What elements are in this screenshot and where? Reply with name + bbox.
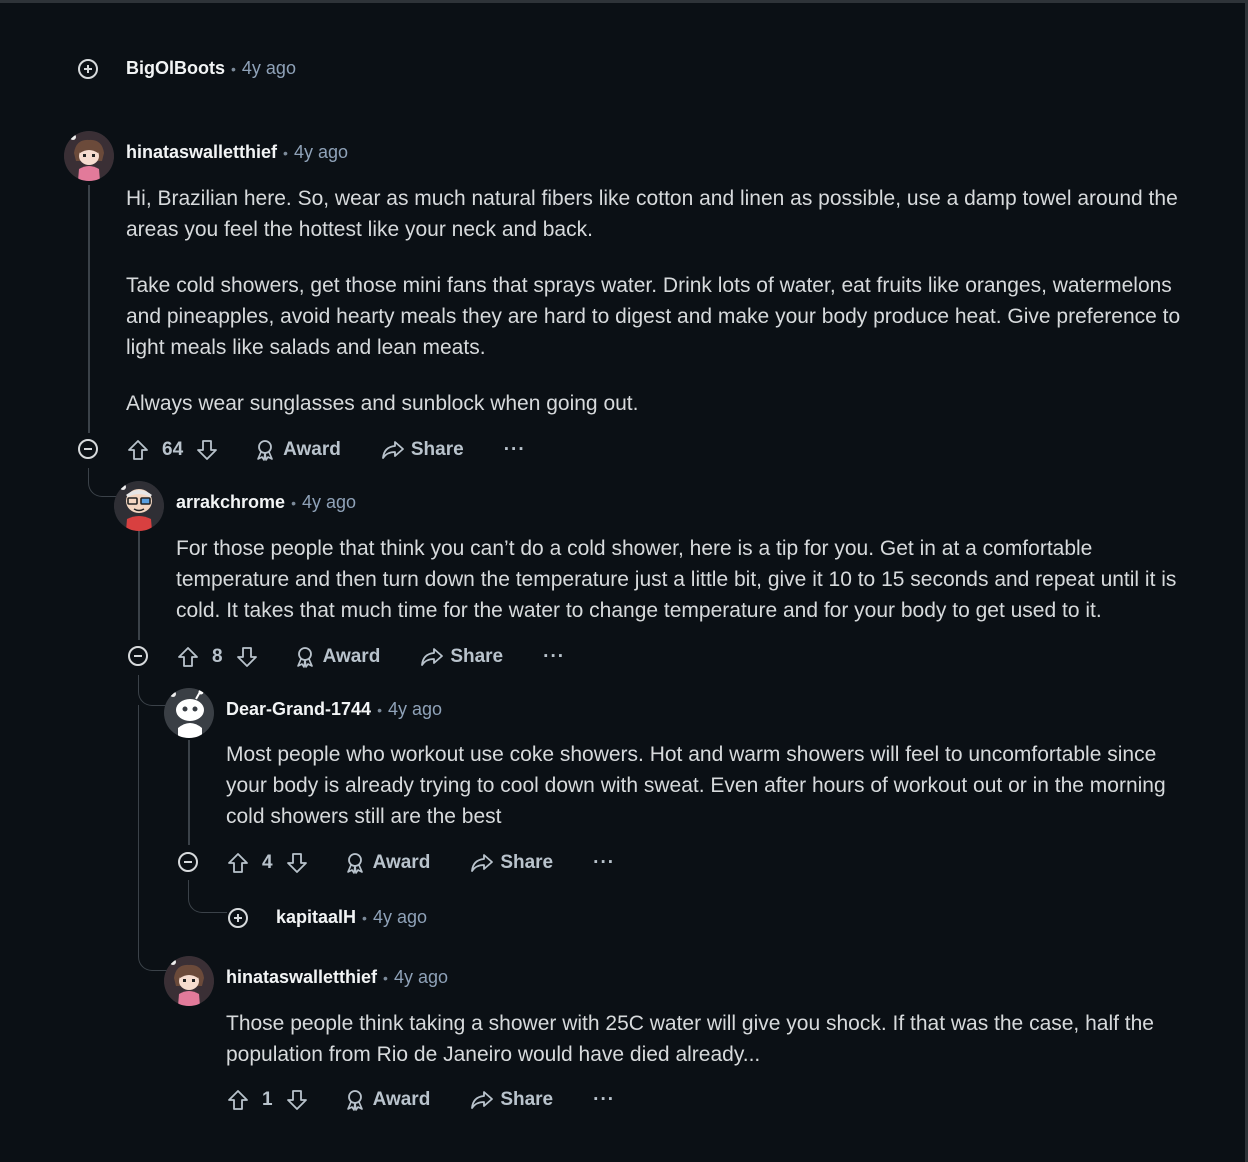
thread-connector [188,880,227,913]
comment-body: Most people who workout use coke showers… [226,739,1196,832]
share-button[interactable]: Share [470,851,553,875]
award-button[interactable]: Award [343,851,431,875]
share-label: Share [450,646,504,667]
upvote-icon[interactable] [176,645,200,669]
more-options-button[interactable]: ··· [543,646,565,668]
share-icon [381,438,405,462]
username[interactable]: arrakchrome [176,492,285,513]
thread-connector [138,675,167,706]
timestamp[interactable]: 4y ago [388,699,442,720]
avatar[interactable] [164,956,214,1006]
thread-connector [88,468,117,497]
collapse-icon[interactable] [78,439,98,459]
comment-actions: 4 Award Share ··· [226,850,615,876]
award-button[interactable]: Award [253,438,341,462]
anime-girl-avatar-icon [64,131,114,181]
comment-paragraph: Most people who workout use coke showers… [226,743,1166,828]
thread-line[interactable] [138,530,140,640]
vote-count: 4 [262,852,273,873]
comment-paragraph: Hi, Brazilian here. So, wear as much nat… [126,187,1178,241]
upvote-icon[interactable] [226,1088,250,1112]
comment-paragraph: For those people that think you can’t do… [176,537,1177,622]
thread-line[interactable] [188,740,190,845]
collapse-icon[interactable] [128,646,148,666]
comment-actions: 64 Award Share ··· [126,437,526,463]
comment-paragraph: Take cold showers, get those mini fans t… [126,274,1181,359]
comment-meta: kapitaalH • 4y ago [276,907,427,928]
downvote-icon[interactable] [195,438,219,462]
award-icon [343,851,367,875]
upvote-icon[interactable] [126,438,150,462]
share-label: Share [500,1089,554,1110]
avatar[interactable] [64,131,114,181]
comment-body: Hi, Brazilian here. So, wear as much nat… [126,183,1196,419]
award-icon [343,1088,367,1112]
thread-line[interactable] [88,185,90,433]
award-button[interactable]: Award [293,645,381,669]
timestamp[interactable]: 4y ago [294,142,348,163]
award-icon [253,438,277,462]
avatar[interactable] [164,688,214,738]
award-label: Award [283,439,341,460]
comment-meta: hinataswalletthief • 4y ago [226,967,448,988]
share-icon [420,645,444,669]
expand-icon[interactable] [78,59,98,79]
glasses-avatar-icon [114,481,164,531]
upvote-icon[interactable] [226,851,250,875]
separator: • [377,701,382,718]
username[interactable]: hinataswalletthief [126,142,277,163]
more-options-button[interactable]: ··· [593,852,615,874]
share-label: Share [410,439,464,460]
vote-count: 8 [212,646,223,667]
username[interactable]: BigOlBoots [126,58,225,79]
comment-meta: arrakchrome • 4y ago [176,492,356,513]
vote-count: 1 [262,1089,273,1110]
vote-count: 64 [162,439,184,460]
username[interactable]: kapitaalH [276,907,356,928]
timestamp[interactable]: 4y ago [242,58,296,79]
award-icon [293,645,317,669]
award-label: Award [372,1089,431,1110]
username[interactable]: Dear-Grand-1744 [226,699,371,720]
share-button[interactable]: Share [470,1088,553,1112]
more-options-button[interactable]: ··· [593,1089,615,1111]
comment-meta: hinataswalletthief • 4y ago [126,142,348,163]
share-button[interactable]: Share [381,438,464,462]
downvote-icon[interactable] [285,1088,309,1112]
comment-paragraph: Always wear sunglasses and sunblock when… [126,392,639,415]
share-icon [470,851,494,875]
comment-actions: 8 Award Share ··· [176,644,565,670]
comment-meta: Dear-Grand-1744 • 4y ago [226,699,442,720]
window-top-border [0,0,1248,3]
comment-meta: BigOlBoots • 4y ago [126,58,296,79]
collapse-icon[interactable] [178,852,198,872]
award-label: Award [372,852,431,873]
anime-girl-avatar-icon [164,956,214,1006]
thread-connector [138,705,167,971]
share-label: Share [500,852,554,873]
username[interactable]: hinataswalletthief [226,967,377,988]
timestamp[interactable]: 4y ago [373,907,427,928]
downvote-icon[interactable] [285,851,309,875]
comment-body: For those people that think you can’t do… [176,533,1206,626]
timestamp[interactable]: 4y ago [302,492,356,513]
separator: • [283,144,288,161]
separator: • [383,969,388,986]
timestamp[interactable]: 4y ago [394,967,448,988]
expand-icon[interactable] [228,908,248,928]
avatar[interactable] [114,481,164,531]
snoo-avatar-icon [164,688,214,738]
award-button[interactable]: Award [343,1088,431,1112]
downvote-icon[interactable] [235,645,259,669]
separator: • [362,909,367,926]
comment-body: Those people think taking a shower with … [226,1008,1206,1070]
more-options-button[interactable]: ··· [504,439,526,461]
comment-paragraph: Those people think taking a shower with … [226,1012,1154,1066]
separator: • [231,60,236,77]
comment-actions: 1 Award Share ··· [226,1087,615,1113]
separator: • [291,494,296,511]
share-icon [470,1088,494,1112]
award-label: Award [322,646,381,667]
share-button[interactable]: Share [420,645,503,669]
